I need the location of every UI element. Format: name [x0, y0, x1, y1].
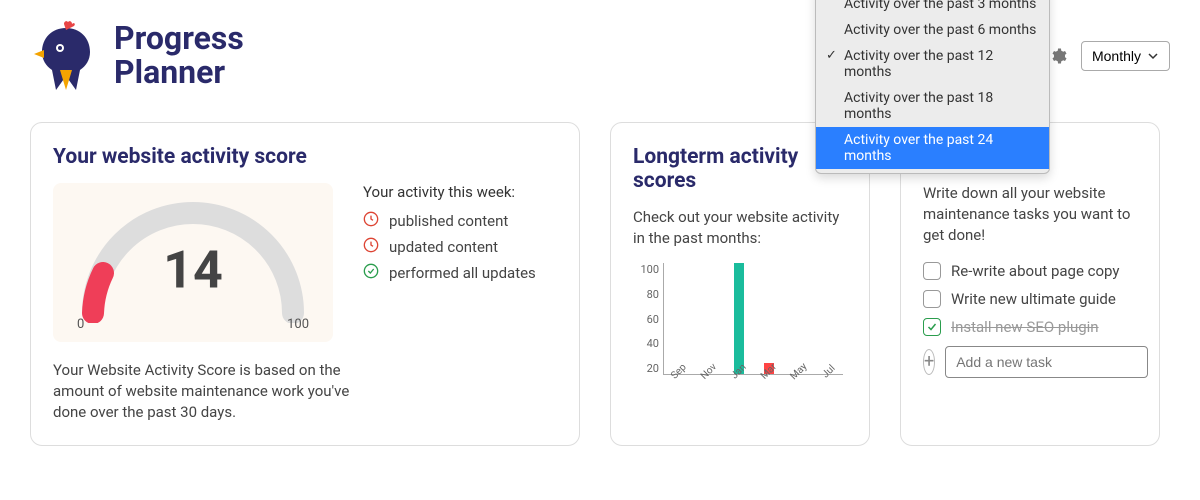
- todo-label: Write new ultimate guide: [951, 290, 1116, 308]
- chevron-down-icon: [1147, 50, 1159, 62]
- activity-item-label: performed all updates: [389, 264, 536, 282]
- check-circle-icon: [363, 263, 379, 283]
- range-option[interactable]: Activity over the past 18 months: [816, 85, 1049, 127]
- logo-text-line2: Planner: [114, 56, 244, 90]
- interval-select[interactable]: Monthly: [1081, 41, 1170, 71]
- logo-rooster-icon: [30, 20, 102, 92]
- range-option[interactable]: Activity over the past 3 months: [816, 0, 1049, 17]
- todo-item: Write new ultimate guide: [923, 290, 1137, 308]
- range-option[interactable]: Activity over the past 6 months: [816, 17, 1049, 43]
- y-tick: 40: [633, 337, 659, 350]
- longterm-chart: 10080604020 SepNovJanMarMayJul: [633, 263, 843, 403]
- score-description: Your Website Activity Score is based on …: [53, 360, 353, 423]
- app-logo: Progress Planner: [30, 20, 244, 92]
- gear-icon[interactable]: [1049, 47, 1067, 65]
- logo-text-line1: Progress: [114, 22, 244, 56]
- activity-score-card: Your website activity score 14 0 100 You…: [30, 122, 580, 446]
- todo-desc: Write down all your website maintenance …: [923, 183, 1137, 246]
- clock-icon: [363, 237, 379, 257]
- gauge-max: 100: [287, 317, 309, 332]
- y-tick: 20: [633, 362, 659, 375]
- activity-item: published content: [363, 211, 557, 231]
- todo-checkbox[interactable]: [923, 262, 941, 280]
- y-tick: 60: [633, 313, 659, 326]
- activity-item: updated content: [363, 237, 557, 257]
- bar-series1: [734, 263, 744, 374]
- clock-icon: [363, 211, 379, 231]
- range-option[interactable]: Activity over the past 12 months: [816, 43, 1049, 85]
- activity-item-label: published content: [389, 212, 508, 230]
- todo-item: Re-write about page copy: [923, 262, 1137, 280]
- score-title: Your website activity score: [53, 145, 557, 169]
- interval-label: Monthly: [1092, 48, 1141, 64]
- todo-checkbox[interactable]: [923, 318, 941, 336]
- chart-slot: [813, 263, 843, 374]
- add-task-input[interactable]: [945, 346, 1148, 378]
- chart-slot: [783, 263, 813, 374]
- activity-week-title: Your activity this week:: [363, 183, 557, 201]
- activity-item: performed all updates: [363, 263, 557, 283]
- chart-slot: [664, 263, 694, 374]
- add-task-button[interactable]: +: [923, 349, 935, 375]
- todo-label: Re-write about page copy: [951, 262, 1120, 280]
- y-tick: 80: [633, 288, 659, 301]
- activity-item-label: updated content: [389, 238, 498, 256]
- todo-label: Install new SEO plugin: [951, 318, 1099, 336]
- score-value: 14: [163, 240, 223, 301]
- longterm-desc: Check out your website activity in the p…: [633, 207, 847, 249]
- chart-slot: [753, 263, 783, 374]
- range-dropdown[interactable]: Activity over the past 3 monthsActivity …: [815, 0, 1050, 174]
- chart-slot: [724, 263, 754, 374]
- score-gauge: 14 0 100: [53, 183, 333, 342]
- y-tick: 100: [633, 263, 659, 276]
- todo-item: Install new SEO plugin: [923, 318, 1137, 336]
- gauge-min: 0: [77, 317, 84, 332]
- range-option[interactable]: Activity over the past 24 months: [816, 127, 1049, 169]
- todo-checkbox[interactable]: [923, 290, 941, 308]
- chart-slot: [694, 263, 724, 374]
